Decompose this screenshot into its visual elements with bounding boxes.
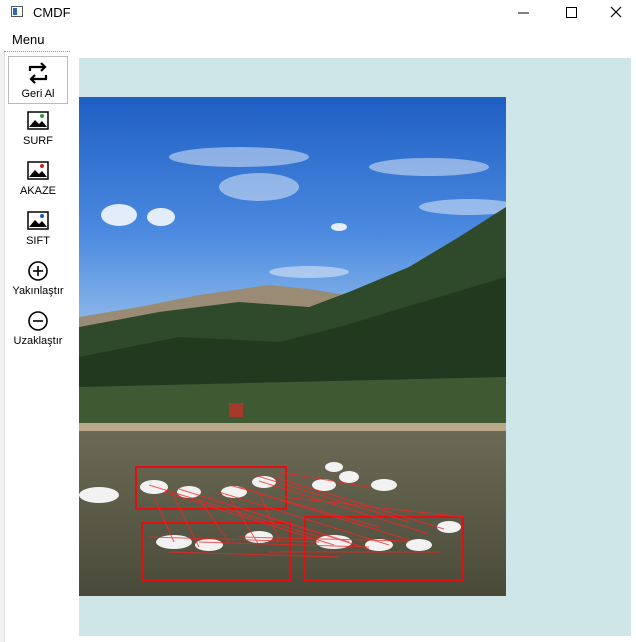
menu-button[interactable]: Menu [12, 32, 45, 47]
undo-button[interactable]: Geri Al [8, 56, 68, 104]
sift-label: SIFT [26, 235, 50, 247]
left-panel-edge [0, 52, 5, 642]
window-title: CMDF [33, 5, 71, 20]
zoom-out-label: Uzaklaştır [13, 335, 63, 347]
undo-rotate-icon [28, 62, 48, 84]
akaze-label: AKAZE [19, 185, 57, 197]
maximize-icon [566, 7, 577, 18]
app-icon [11, 6, 23, 17]
zoom-out-icon [28, 311, 48, 331]
close-icon [610, 6, 622, 18]
title-bar: CMDF [0, 0, 636, 26]
maximize-button[interactable] [548, 0, 594, 26]
zoom-in-label: Yakınlaştır [12, 285, 64, 297]
zoom-in-button[interactable]: Yakınlaştır [8, 256, 68, 304]
sift-button[interactable]: SIFT [8, 206, 68, 254]
image-icon [27, 161, 49, 180]
undo-label: Geri Al [21, 88, 55, 100]
minimize-button[interactable] [500, 0, 546, 26]
image-icon [27, 211, 49, 230]
image-icon [27, 111, 49, 130]
akaze-button[interactable]: AKAZE [8, 156, 68, 204]
surf-button[interactable]: SURF [8, 106, 68, 154]
minimize-icon [518, 12, 529, 14]
surf-label: SURF [23, 135, 53, 147]
menu-bar: Menu [0, 28, 636, 52]
close-button[interactable] [594, 0, 636, 26]
feature-match-image [79, 97, 506, 596]
zoom-in-icon [28, 261, 48, 281]
zoom-out-button[interactable]: Uzaklaştır [8, 306, 68, 354]
toolbar-handle[interactable] [4, 51, 70, 52]
